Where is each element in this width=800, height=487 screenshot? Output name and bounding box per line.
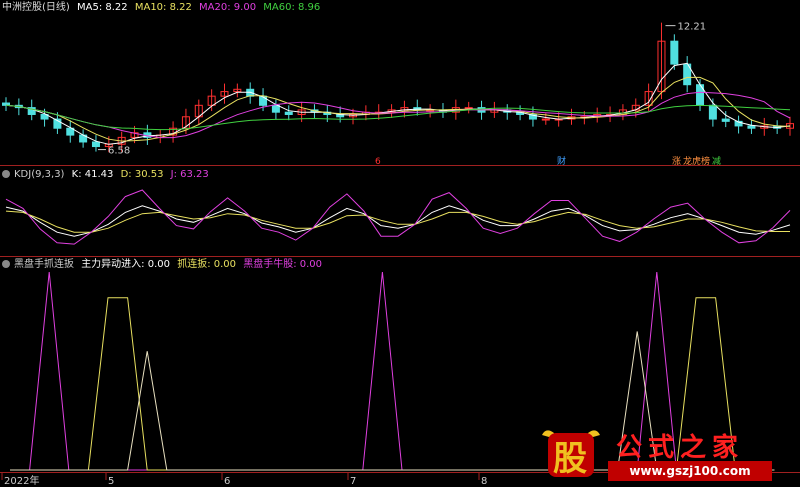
candle-body bbox=[284, 111, 293, 115]
candle-body bbox=[259, 95, 268, 106]
x-axis-label: 7 bbox=[350, 476, 356, 487]
candle-body bbox=[708, 104, 717, 120]
kdj-k-value: K: 41.43 bbox=[71, 169, 114, 180]
x-axis-label: 6 bbox=[224, 476, 230, 487]
ma20-line bbox=[5, 91, 791, 139]
event-marker: 6 bbox=[375, 157, 381, 167]
x-axis-label: 2022年 bbox=[4, 474, 39, 487]
ma10-line bbox=[5, 76, 791, 142]
ma60-line bbox=[5, 104, 791, 131]
low-price-label: 6.58 bbox=[108, 146, 130, 157]
candle-body bbox=[721, 118, 730, 122]
x-axis-label: 8 bbox=[481, 476, 487, 487]
candle-body bbox=[541, 118, 550, 121]
ma5-line bbox=[5, 62, 791, 145]
indicator-c-value: 黑盘手牛股: 0.00 bbox=[243, 259, 323, 270]
watermark-logo-text: 股 bbox=[553, 439, 587, 479]
x-axis-label: 5 bbox=[108, 476, 114, 487]
stock-chart: 12.21 6.58 6 财 涨龙虎榜 减 2022年 5 6 7 8 bbox=[0, 22, 800, 487]
pane-menu-icon[interactable] bbox=[2, 170, 10, 178]
event-marker: 龙虎榜 bbox=[683, 155, 710, 167]
watermark: 股 公式之家 www.gszj100.com bbox=[540, 425, 780, 481]
high-price-label: 12.21 bbox=[677, 22, 706, 33]
indicator-b-value: 抓连扳: 0.00 bbox=[177, 259, 237, 270]
candles bbox=[2, 22, 794, 153]
kdj-j-value: J: 63.23 bbox=[170, 169, 209, 180]
candle-body bbox=[91, 141, 100, 148]
indicator-title: 黑盘手抓连扳 bbox=[14, 259, 74, 270]
indicator-a-value: 主力异动进入: 0.00 bbox=[81, 259, 171, 270]
ma20-value: MA20: 9.00 bbox=[199, 2, 257, 13]
candle-body bbox=[2, 102, 10, 106]
kdj-d-value: D: 30.53 bbox=[120, 169, 164, 180]
candle-body bbox=[747, 125, 756, 129]
event-marker: 财 bbox=[557, 155, 566, 167]
main-title: 中洲控股(日线) bbox=[2, 2, 70, 13]
kdj-title: KDJ(9,3,3) bbox=[14, 169, 65, 180]
watermark-name: 公式之家 bbox=[616, 433, 745, 463]
ma60-value: MA60: 8.96 bbox=[263, 2, 321, 13]
event-marker: 减 bbox=[712, 155, 721, 167]
ma5-value: MA5: 8.22 bbox=[77, 2, 128, 13]
pane-menu-icon[interactable] bbox=[2, 260, 10, 268]
ma10-value: MA10: 8.22 bbox=[134, 2, 192, 13]
event-marker: 涨 bbox=[672, 156, 681, 167]
watermark-url: www.gszj100.com bbox=[608, 461, 772, 481]
candle-body bbox=[464, 107, 473, 110]
indicator-pane-header: 黑盘手抓连扳 主力异动进入: 0.00 抓连扳: 0.00 黑盘手牛股: 0.0… bbox=[2, 258, 326, 272]
candle-body bbox=[271, 104, 280, 113]
main-pane-header: 中洲控股(日线) MA5: 8.22 MA10: 8.22 MA20: 9.00… bbox=[2, 1, 324, 15]
kdj-pane-header: KDJ(9,3,3) K: 41.43 D: 30.53 J: 63.23 bbox=[2, 168, 213, 182]
candle-body bbox=[670, 40, 679, 65]
kdj-d-line bbox=[5, 210, 790, 233]
